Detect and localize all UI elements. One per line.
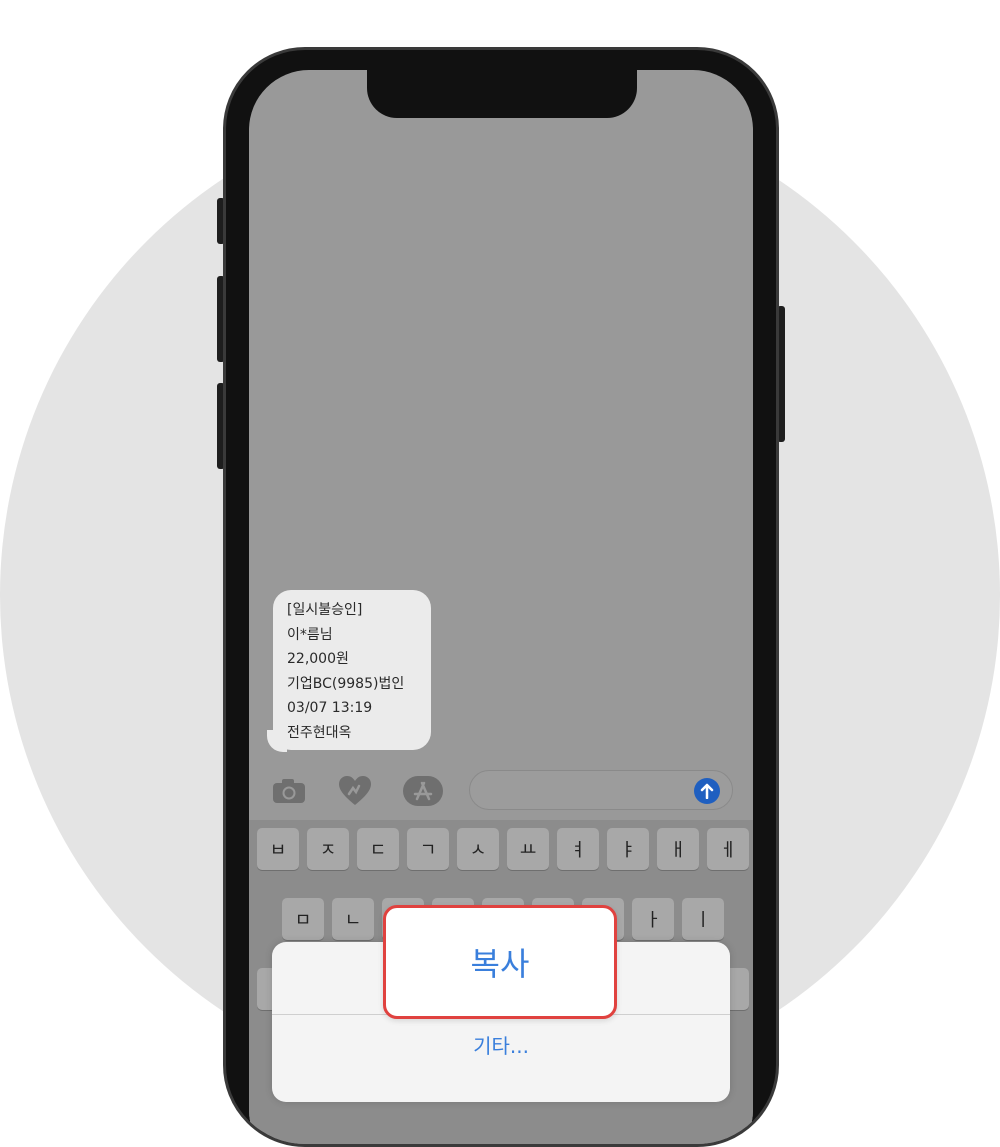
other-menu-item[interactable]: 기타... <box>272 1030 730 1059</box>
message-line: 기업BC(9985)법인 <box>287 675 405 692</box>
key[interactable]: ㅂ <box>257 828 299 870</box>
key[interactable]: ㄷ <box>357 828 399 870</box>
message-line: 03/07 13:19 <box>287 700 373 716</box>
message-line: 전주현대옥 <box>287 724 352 741</box>
key[interactable]: ㄴ <box>332 898 374 940</box>
key[interactable]: ㅅ <box>457 828 499 870</box>
app-store-icon[interactable] <box>401 774 445 808</box>
digital-touch-icon[interactable] <box>337 776 373 806</box>
copy-label: 복사 <box>470 945 530 983</box>
send-button[interactable] <box>694 778 720 804</box>
message-line: 이*름님 <box>287 626 333 643</box>
key[interactable]: ㅑ <box>607 828 649 870</box>
copy-menu-item[interactable]: 복사 <box>383 905 617 1019</box>
key[interactable]: ㄱ <box>407 828 449 870</box>
message-bubble[interactable]: [일시불승인] 이*름님 22,000원 기업BC(9985)법인 03/07 … <box>273 590 431 750</box>
key[interactable]: ㅕ <box>557 828 599 870</box>
key[interactable]: ㅈ <box>307 828 349 870</box>
key[interactable]: ㅐ <box>657 828 699 870</box>
key[interactable]: ㅛ <box>507 828 549 870</box>
message-input[interactable] <box>469 770 733 810</box>
message-line: 22,000원 <box>287 651 349 667</box>
key[interactable]: ㅣ <box>682 898 724 940</box>
arrow-up-icon <box>700 783 714 799</box>
camera-icon[interactable] <box>271 776 307 806</box>
notch <box>367 70 637 118</box>
key[interactable]: ㅁ <box>282 898 324 940</box>
message-line: [일시불승인] <box>287 602 363 618</box>
key[interactable]: ㅏ <box>632 898 674 940</box>
key[interactable]: ㅔ <box>707 828 749 870</box>
